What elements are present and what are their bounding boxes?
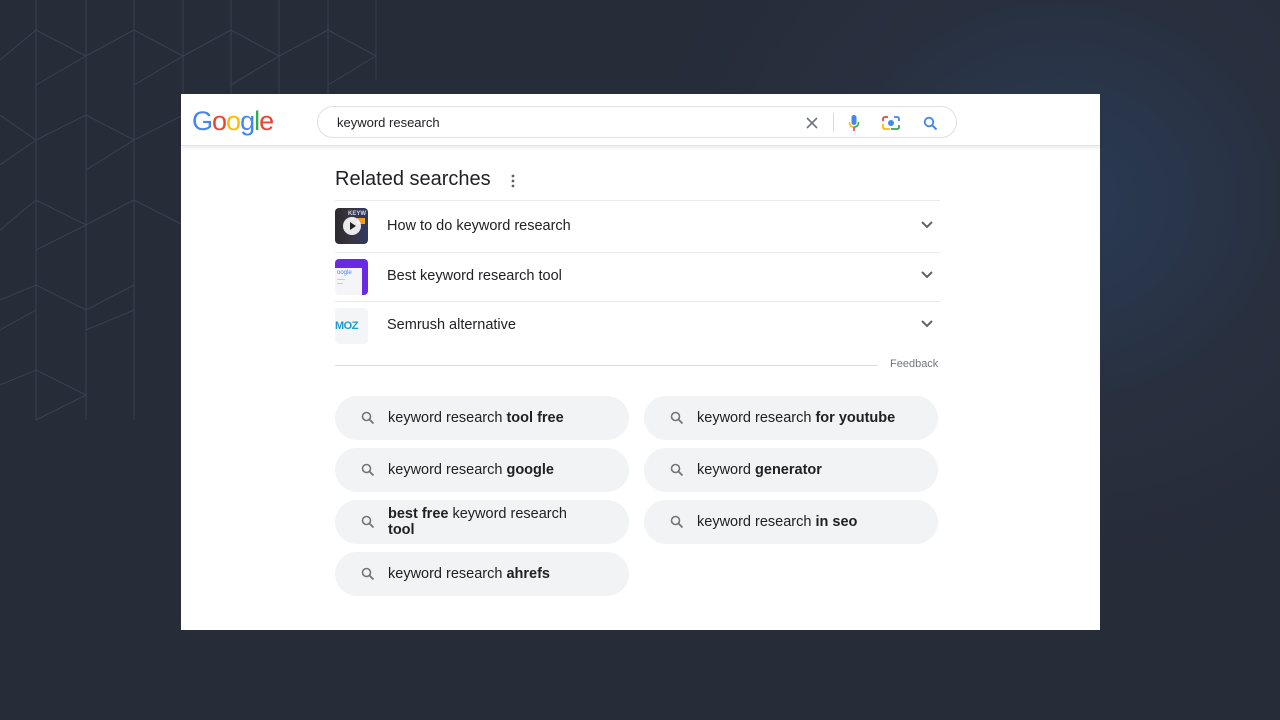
chip-label: keyword research tool free — [388, 410, 564, 426]
more-vert-icon[interactable] — [509, 174, 517, 188]
chevron-down-icon[interactable] — [920, 319, 934, 329]
chip-label: keyword research ahrefs — [388, 566, 550, 582]
related-item-label: How to do keyword research — [387, 218, 571, 234]
search-divider — [833, 113, 834, 132]
related-searches-title: Related searches — [335, 168, 491, 190]
chip-label: keyword research google — [388, 462, 554, 478]
search-icon — [361, 463, 375, 477]
microphone-icon[interactable] — [845, 114, 863, 132]
chip-label: keyword generator — [697, 462, 822, 478]
clear-icon[interactable] — [803, 114, 821, 132]
search-suggestion-chip[interactable]: keyword research google — [335, 448, 629, 492]
feedback-link[interactable]: Feedback — [890, 358, 938, 370]
search-suggestion-chip[interactable]: best free keyword research tool — [335, 500, 629, 544]
search-suggestion-chip[interactable]: keyword research for youtube — [644, 396, 938, 440]
chip-label: keyword research for youtube — [697, 410, 896, 426]
search-icon[interactable] — [921, 114, 939, 132]
search-icon — [670, 515, 684, 529]
search-suggestion-chip[interactable]: keyword research in seo — [644, 500, 938, 544]
related-item-label: Semrush alternative — [387, 317, 516, 333]
search-suggestion-chip[interactable]: keyword generator — [644, 448, 938, 492]
search-icon — [670, 411, 684, 425]
moz-logo-text: MOZ — [335, 320, 358, 332]
google-logo[interactable]: Google — [192, 106, 274, 137]
related-item-label: Best keyword research tool — [387, 268, 562, 284]
search-box[interactable]: keyword research — [317, 106, 957, 138]
search-input[interactable]: keyword research — [337, 115, 440, 130]
moz-logo-thumbnail: MOZ — [335, 308, 368, 344]
related-item[interactable]: MOZ Semrush alternative — [335, 301, 940, 362]
related-searches-list: KEYW How to do keyword research oogle Be… — [335, 200, 940, 362]
search-icon — [361, 515, 375, 529]
chip-label: keyword research in seo — [697, 514, 858, 530]
browser-window: Google keyword research Related searches… — [181, 94, 1100, 630]
search-icon — [361, 411, 375, 425]
search-suggestion-chip[interactable]: keyword research ahrefs — [335, 552, 629, 596]
related-item[interactable]: oogle Best keyword research tool — [335, 252, 940, 301]
chevron-down-icon[interactable] — [920, 220, 934, 230]
search-icon — [670, 463, 684, 477]
article-thumbnail: oogle — [335, 259, 368, 295]
search-suggestion-chip[interactable]: keyword research tool free — [335, 396, 629, 440]
search-icon — [361, 567, 375, 581]
chip-label: best free keyword research tool — [388, 506, 567, 538]
play-icon — [343, 217, 361, 235]
video-thumbnail: KEYW — [335, 208, 368, 244]
search-header: Google keyword research — [181, 94, 1100, 146]
chevron-down-icon[interactable] — [920, 270, 934, 280]
divider — [335, 365, 878, 366]
lens-camera-icon[interactable] — [882, 114, 900, 132]
related-item[interactable]: KEYW How to do keyword research — [335, 200, 940, 252]
